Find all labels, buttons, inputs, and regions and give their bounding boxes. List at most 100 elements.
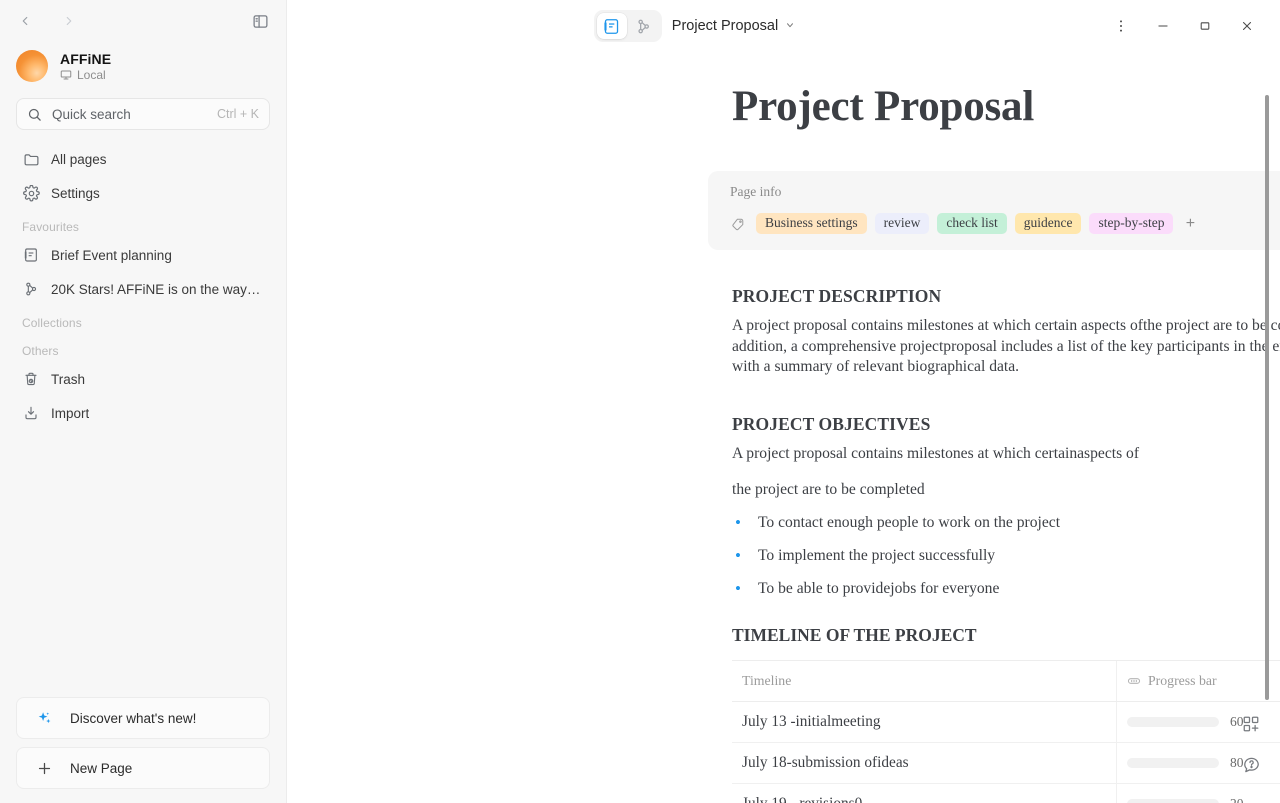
add-block-icon[interactable]: [1240, 713, 1262, 735]
sidebar: AFFiNE Local Quick search Ctrl + K All p…: [0, 0, 287, 803]
search-input[interactable]: Quick search Ctrl + K: [16, 98, 270, 130]
bullet-dot-icon: •: [735, 578, 741, 598]
edgeless-icon: [22, 280, 40, 298]
search-shortcut: Ctrl + K: [216, 107, 259, 121]
help-icon[interactable]: [1240, 753, 1262, 775]
sidebar-favourites-list: Brief Event planning 20K Stars! AFFiNE i…: [0, 238, 286, 306]
document-body: PROJECT DESCRIPTION A project proposal c…: [732, 286, 1280, 803]
heading-timeline: TIMELINE OF THE PROJECT: [732, 624, 977, 645]
cell-timeline[interactable]: July 18-submission ofideas: [732, 742, 1117, 783]
tag-chip[interactable]: step-by-step: [1089, 213, 1174, 234]
sidebar-item-trash[interactable]: Trash: [12, 362, 274, 396]
header-center: Project Proposal: [287, 10, 1102, 42]
list-item[interactable]: • To be able to providejobs for everyone: [732, 579, 1280, 599]
bullet-dot-icon: •: [735, 545, 741, 565]
discover-label: Discover what's new!: [70, 710, 197, 726]
cell-progress[interactable]: 20: [1117, 784, 1280, 803]
sidebar-primary-nav: All pages Settings: [0, 142, 286, 210]
close-icon[interactable]: [1228, 9, 1266, 43]
folder-icon: [22, 150, 40, 168]
sidebar-item-label: Settings: [51, 185, 100, 201]
paragraph-project-description[interactable]: A project proposal contains milestones a…: [732, 316, 1280, 378]
list-item[interactable]: • To implement the project successfully: [732, 546, 1280, 566]
page-info-label: Page info: [730, 184, 782, 199]
progress-bar[interactable]: [1127, 716, 1219, 727]
tag-chip[interactable]: guidence: [1014, 213, 1082, 234]
maximize-icon[interactable]: [1186, 9, 1224, 43]
cell-timeline-label: July 13 -initialmeeting: [742, 712, 881, 730]
workspace-selector[interactable]: AFFiNE Local: [0, 42, 286, 92]
tag-chip[interactable]: check list: [937, 213, 1007, 234]
column-header-progress[interactable]: Progress bar: [1117, 661, 1280, 701]
sidebar-item-label: Import: [51, 405, 90, 421]
page-info-card: Page info Business settings review check…: [708, 171, 1280, 250]
sparkle-icon: [35, 709, 53, 727]
progress-icon: [1127, 674, 1141, 688]
table-row[interactable]: July 18-submission ofideas 80: [732, 742, 1280, 784]
sidebar-topbar: [0, 0, 286, 42]
list-item-label: To implement the project successfully: [758, 546, 996, 564]
list-item[interactable]: • To contact enough people to work on th…: [732, 513, 1280, 533]
sidebar-item-brief-event-planning[interactable]: Brief Event planning: [12, 238, 274, 272]
search-placeholder: Quick search: [52, 106, 131, 122]
sidebar-bottom-actions: Discover what's new! New Page: [0, 697, 286, 803]
progress-bar[interactable]: [1127, 757, 1219, 768]
edgeless-mode-button[interactable]: [629, 13, 659, 39]
column-header-label: Timeline: [742, 672, 792, 688]
table-row[interactable]: July 13 -initialmeeting 60: [732, 701, 1280, 743]
column-header-timeline[interactable]: Timeline: [732, 660, 1117, 701]
sidebar-others-list: Trash Import: [0, 362, 286, 430]
sidebar-item-import[interactable]: Import: [12, 396, 274, 430]
cell-timeline-label: July 19 - revisions0: [742, 794, 863, 803]
mode-switcher: [593, 10, 662, 42]
main-area: Project Proposal Project Proposal Page i…: [287, 0, 1280, 803]
workspace-sync-label: Local: [77, 67, 106, 82]
more-options-icon[interactable]: [1102, 9, 1140, 43]
minimize-icon[interactable]: [1144, 9, 1182, 43]
progress-bar[interactable]: [1127, 798, 1219, 803]
discover-whats-new-button[interactable]: Discover what's new!: [16, 697, 270, 739]
page-mode-button[interactable]: [596, 13, 627, 39]
header-doc-title[interactable]: Project Proposal: [672, 18, 795, 34]
paragraph-objectives-1[interactable]: A project proposal contains milestones a…: [732, 444, 1280, 465]
table-row[interactable]: July 19 - revisions0 20: [732, 783, 1280, 803]
page-title: Project Proposal: [732, 83, 1035, 130]
heading-project-objectives: PROJECT OBJECTIVES: [732, 413, 931, 434]
tag-chip[interactable]: Business settings: [756, 213, 867, 234]
add-tag-icon[interactable]: +: [1181, 215, 1199, 233]
document-header: Project Proposal: [287, 0, 1280, 52]
sidebar-item-label: All pages: [51, 151, 107, 167]
list-item-label: To be able to providejobs for everyone: [758, 579, 1000, 597]
tag-chip[interactable]: review: [874, 213, 930, 234]
heading-project-description: PROJECT DESCRIPTION: [732, 286, 942, 306]
trash-icon: [22, 370, 40, 388]
page-icon: [22, 246, 40, 264]
table-header-row: Timeline Progress bar +: [732, 660, 1280, 702]
column-header-label: Progress bar: [1148, 672, 1217, 688]
monitor-icon: [60, 70, 72, 79]
paragraph-objectives-2[interactable]: the project are to be completed: [732, 480, 1280, 501]
page-info-tags: Business settings review check list guid…: [730, 213, 1280, 234]
objectives-bullet-list: • To contact enough people to work on th…: [732, 513, 1280, 599]
workspace-avatar: [16, 50, 48, 82]
sidebar-section-collections: Collections: [22, 316, 82, 330]
search-icon: [28, 108, 41, 121]
sidebar-item-20k-stars[interactable]: 20K Stars! AFFiNE is on the way t...: [12, 272, 274, 306]
sidebar-item-label: Brief Event planning: [51, 247, 172, 263]
sidebar-toggle-icon[interactable]: [248, 9, 272, 33]
forward-arrow-icon[interactable]: [58, 10, 80, 32]
workspace-name: AFFiNE: [60, 50, 112, 67]
cell-timeline[interactable]: July 19 - revisions0: [732, 783, 1117, 803]
window-controls: [1102, 9, 1266, 43]
back-arrow-icon[interactable]: [14, 10, 36, 32]
gear-icon: [22, 184, 40, 202]
sidebar-item-all-pages[interactable]: All pages: [12, 142, 274, 176]
cell-timeline[interactable]: July 13 -initialmeeting: [732, 701, 1117, 742]
list-item-label: To contact enough people to work on the …: [758, 513, 1061, 531]
new-page-button[interactable]: New Page: [16, 747, 270, 789]
vertical-scrollbar[interactable]: [1265, 95, 1269, 700]
bullet-dot-icon: •: [735, 512, 741, 532]
sidebar-item-settings[interactable]: Settings: [12, 176, 274, 210]
workspace-sync-status: Local: [60, 68, 111, 82]
new-page-label: New Page: [70, 760, 133, 776]
